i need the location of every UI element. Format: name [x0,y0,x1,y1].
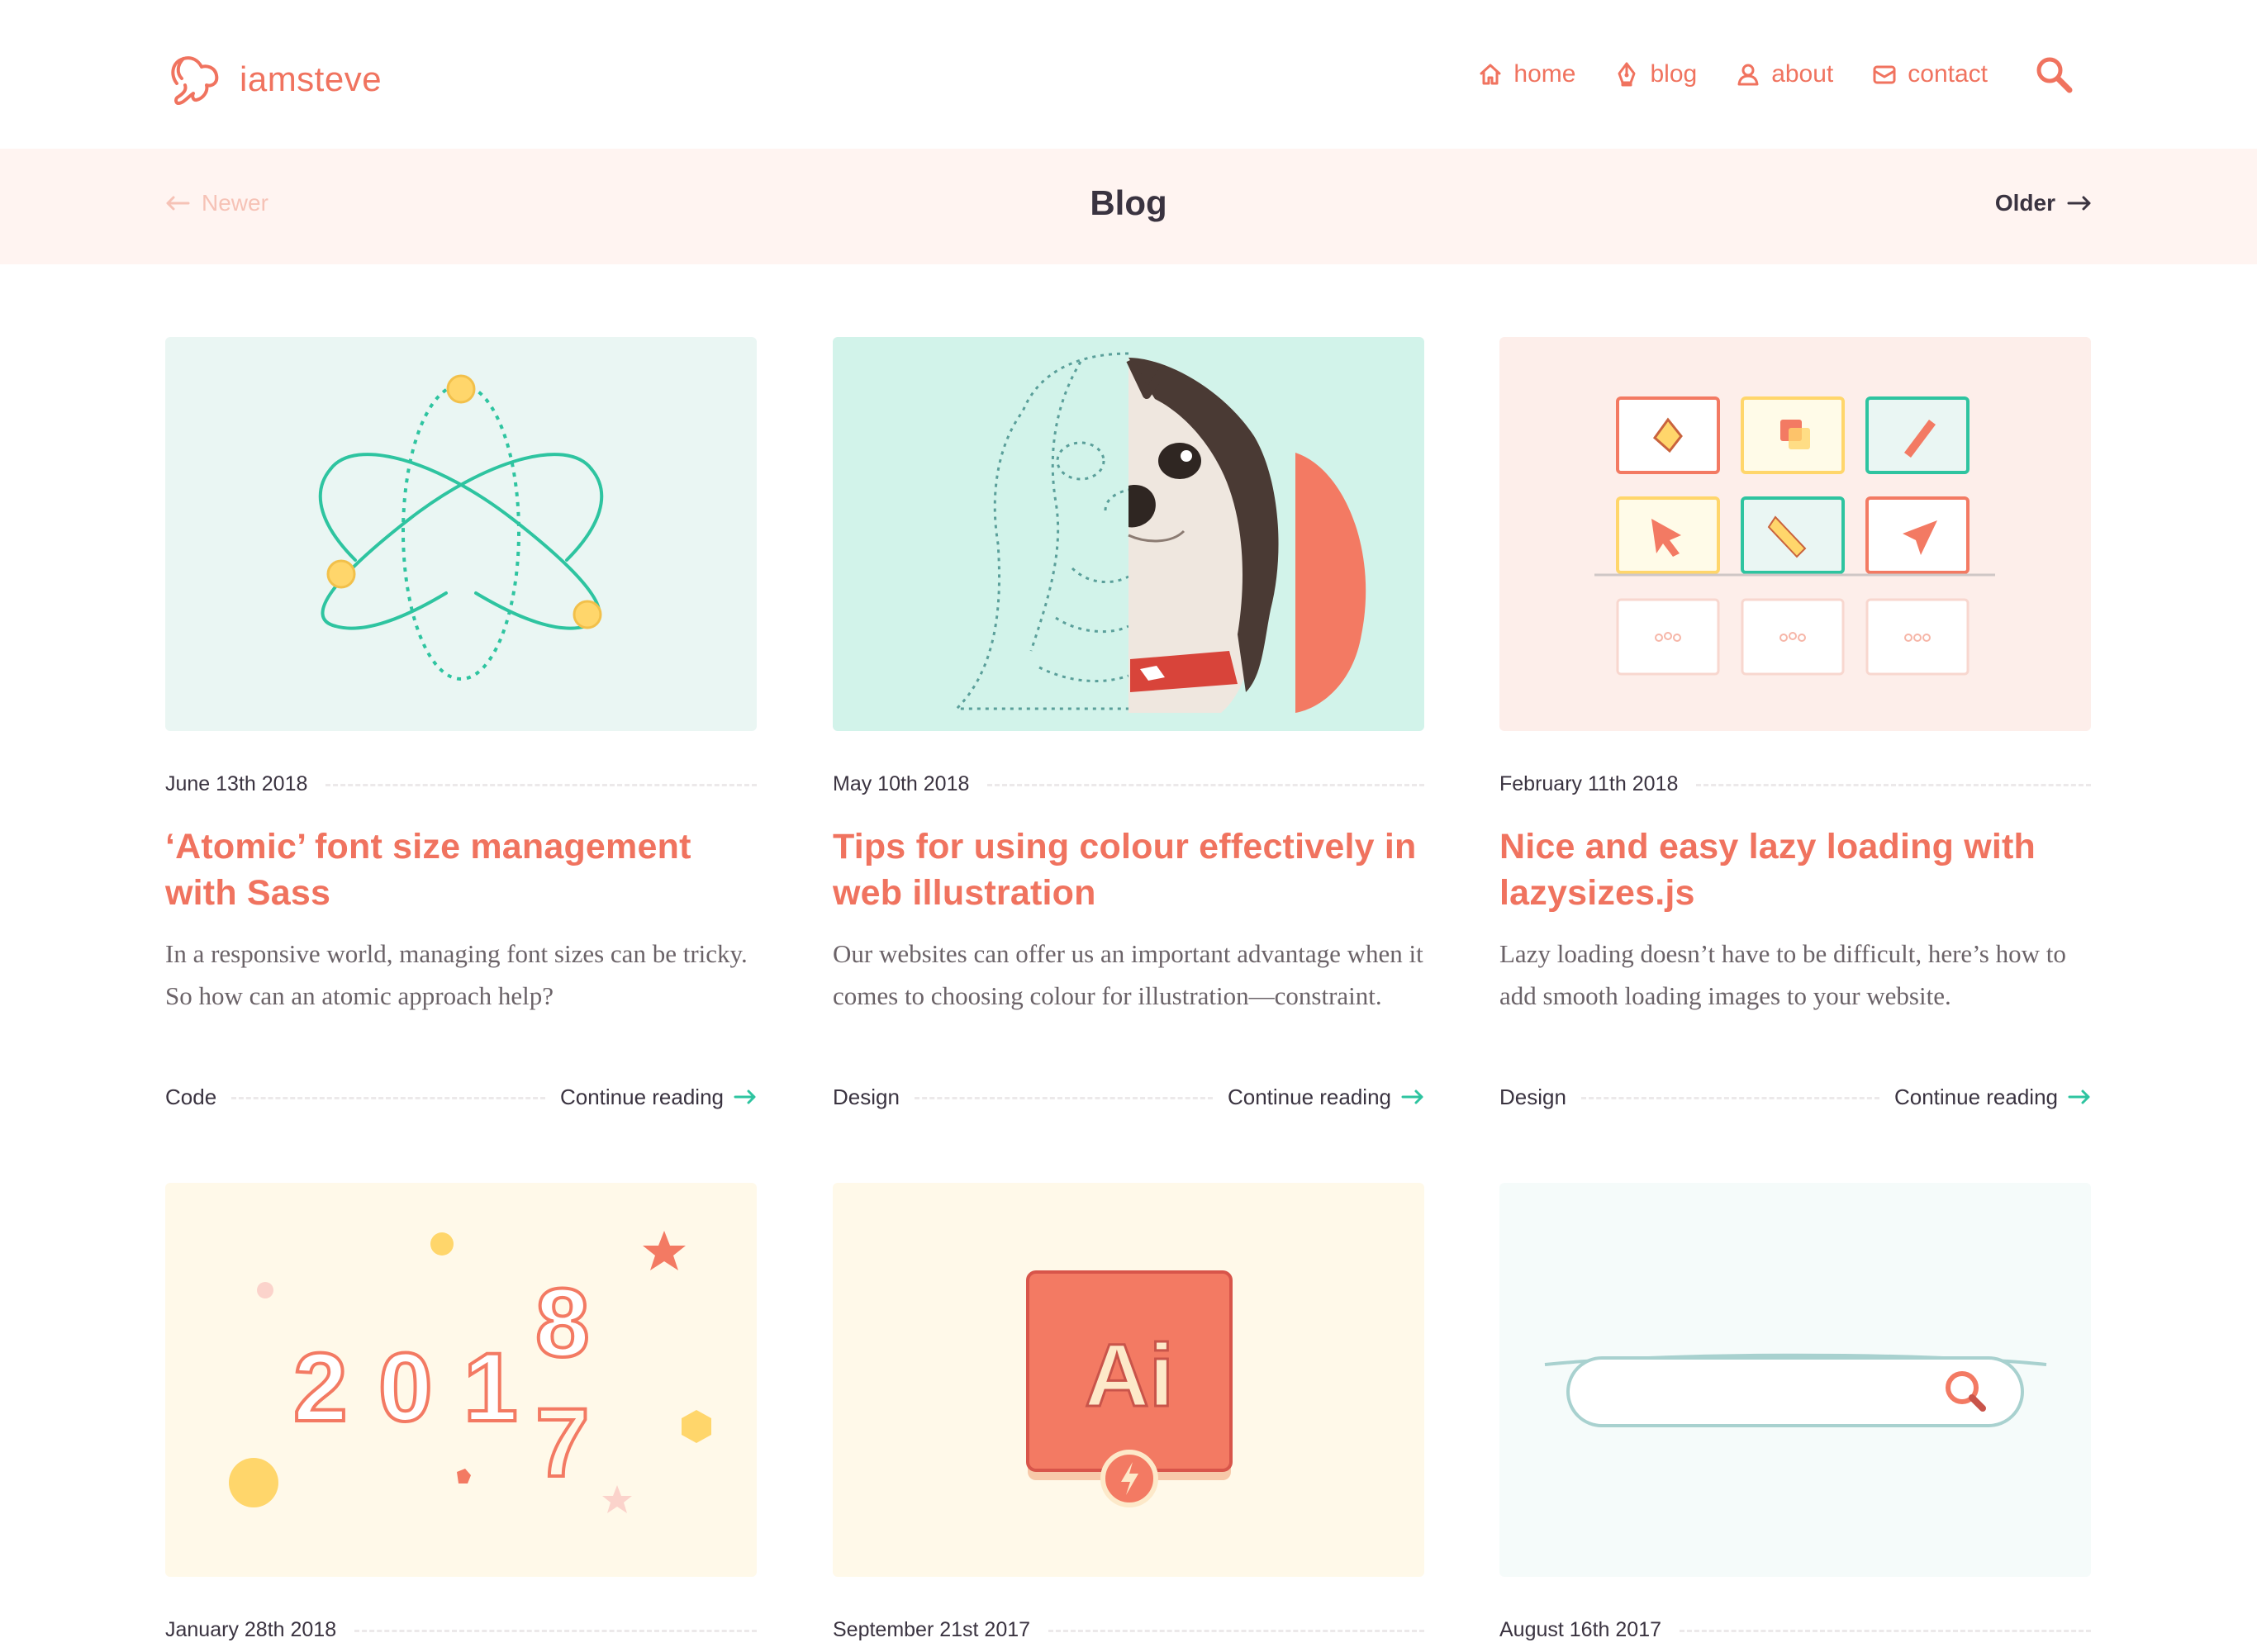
post-excerpt: Lazy loading doesn’t have to be difficul… [1499,939,2066,1010]
year-2018-illustration: 2 0 1 8 7 [229,1231,711,1513]
illustrator-app-illustration: Ai [1026,1270,1233,1507]
dashed-divider [1048,1629,1424,1632]
nav-home[interactable]: home [1477,60,1575,88]
post-meta: June 13th 2018 [165,767,757,800]
nav-home-label: home [1513,60,1576,88]
post-thumbnail[interactable]: Ai [833,1183,1424,1577]
site-header: iamsteve home blog about contact [0,0,2257,149]
post-footer: Design Continue reading [1499,1080,2091,1113]
arrow-right-icon [734,1089,756,1104]
post-date: August 16th 2017 [1499,1617,1661,1641]
post-footer: Code Continue reading [165,1080,757,1113]
search-icon[interactable] [2032,53,2075,96]
year-digit: 2 [293,1333,348,1442]
continue-reading-label: Continue reading [559,1084,724,1109]
year-digit: 8 [535,1269,590,1378]
continue-reading-label: Continue reading [1894,1084,2058,1109]
continue-reading-label: Continue reading [1227,1084,1391,1109]
post-date: June 13th 2018 [165,771,308,795]
main-nav: home blog about contact [1477,53,2075,96]
post-card: 2 0 1 8 7 January 28th 2018 [165,1183,757,1646]
page-title: Blog [1090,183,1167,222]
nav-blog-label: blog [1650,60,1698,88]
dashed-divider [231,1096,545,1099]
logo-text: iamsteve [240,59,383,98]
post-card: August 16th 2017 [1499,1183,2091,1646]
post-date: September 21st 2017 [833,1617,1031,1641]
post-footer: Design Continue reading [833,1080,1424,1113]
arrow-right-icon [1401,1089,1423,1104]
pen-nib-icon [1618,62,1636,87]
post-category[interactable]: Code [165,1085,231,1110]
arrow-right-icon [2068,1089,2090,1104]
home-icon [1480,64,1501,85]
post-card: June 13th 2018 ‘Atomic’ font size manage… [165,337,757,1113]
continue-reading-link[interactable]: Continue reading [1213,1085,1424,1110]
dashed-divider [354,1629,757,1632]
nav-contact-label: contact [1908,60,1988,88]
post-excerpt: Our websites can offer us an important a… [833,939,1423,1010]
post-excerpt: In a responsive world, managing font siz… [165,939,748,1010]
post-title[interactable]: Tips for using colour effectively in web… [833,824,1424,916]
older-label: Older [1994,190,2055,216]
dashed-divider [987,783,1424,786]
post-thumbnail[interactable] [833,337,1424,731]
site-logo[interactable]: iamsteve [165,50,382,109]
post-date: May 10th 2018 [833,771,970,795]
blog-pager: Newer Blog Older [0,149,2257,264]
tool-grid-illustration [1594,396,1995,676]
dog-illustration [953,352,1366,713]
search-bar-illustration [1544,1353,2047,1427]
post-card: February 11th 2018 Nice and easy lazy lo… [1499,337,2091,1113]
post-card: Ai September 21st 2017 [833,1183,1424,1646]
post-thumbnail[interactable] [1499,337,2091,731]
nav-about[interactable]: about [1735,60,1833,88]
continue-reading-link[interactable]: Continue reading [1879,1085,2091,1110]
dashed-divider [1580,1096,1879,1099]
dashed-divider [325,783,757,786]
ai-logo-text: Ai [1085,1325,1174,1425]
nav-contact[interactable]: contact [1871,60,1988,88]
post-title[interactable]: Nice and easy lazy loading with lazysize… [1499,824,2091,916]
year-digit: 1 [463,1333,518,1442]
post-date: February 11th 2018 [1499,771,1679,795]
post-meta: January 28th 2018 [165,1613,757,1646]
year-digit: 0 [378,1333,433,1442]
person-icon [1737,64,1759,86]
dashed-divider [1696,783,2091,786]
post-meta: May 10th 2018 [833,767,1424,800]
dashed-divider [1680,1629,2091,1632]
post-category[interactable]: Design [1499,1085,1581,1110]
arrow-right-icon [2067,196,2091,211]
envelope-icon [1873,65,1896,84]
older-link[interactable]: Older [1995,190,2092,216]
post-category[interactable]: Design [833,1085,915,1110]
post-meta: February 11th 2018 [1499,767,2091,800]
dog-logo-icon [171,56,219,105]
post-card: May 10th 2018 Tips for using colour effe… [833,337,1424,1113]
nav-blog[interactable]: blog [1613,60,1697,88]
post-thumbnail[interactable]: 2 0 1 8 7 [165,1183,757,1577]
post-thumbnail[interactable] [165,337,757,731]
post-meta: August 16th 2017 [1499,1613,2091,1646]
post-thumbnail[interactable] [1499,1183,2091,1577]
post-title[interactable]: ‘Atomic’ font size management with Sass [165,824,757,916]
dashed-divider [914,1096,1213,1099]
atom-illustration [318,374,604,681]
continue-reading-link[interactable]: Continue reading [545,1085,757,1110]
year-digit: 7 [535,1389,590,1498]
nav-about-label: about [1771,60,1834,88]
post-meta: September 21st 2017 [833,1613,1424,1646]
post-date: January 28th 2018 [165,1617,337,1641]
